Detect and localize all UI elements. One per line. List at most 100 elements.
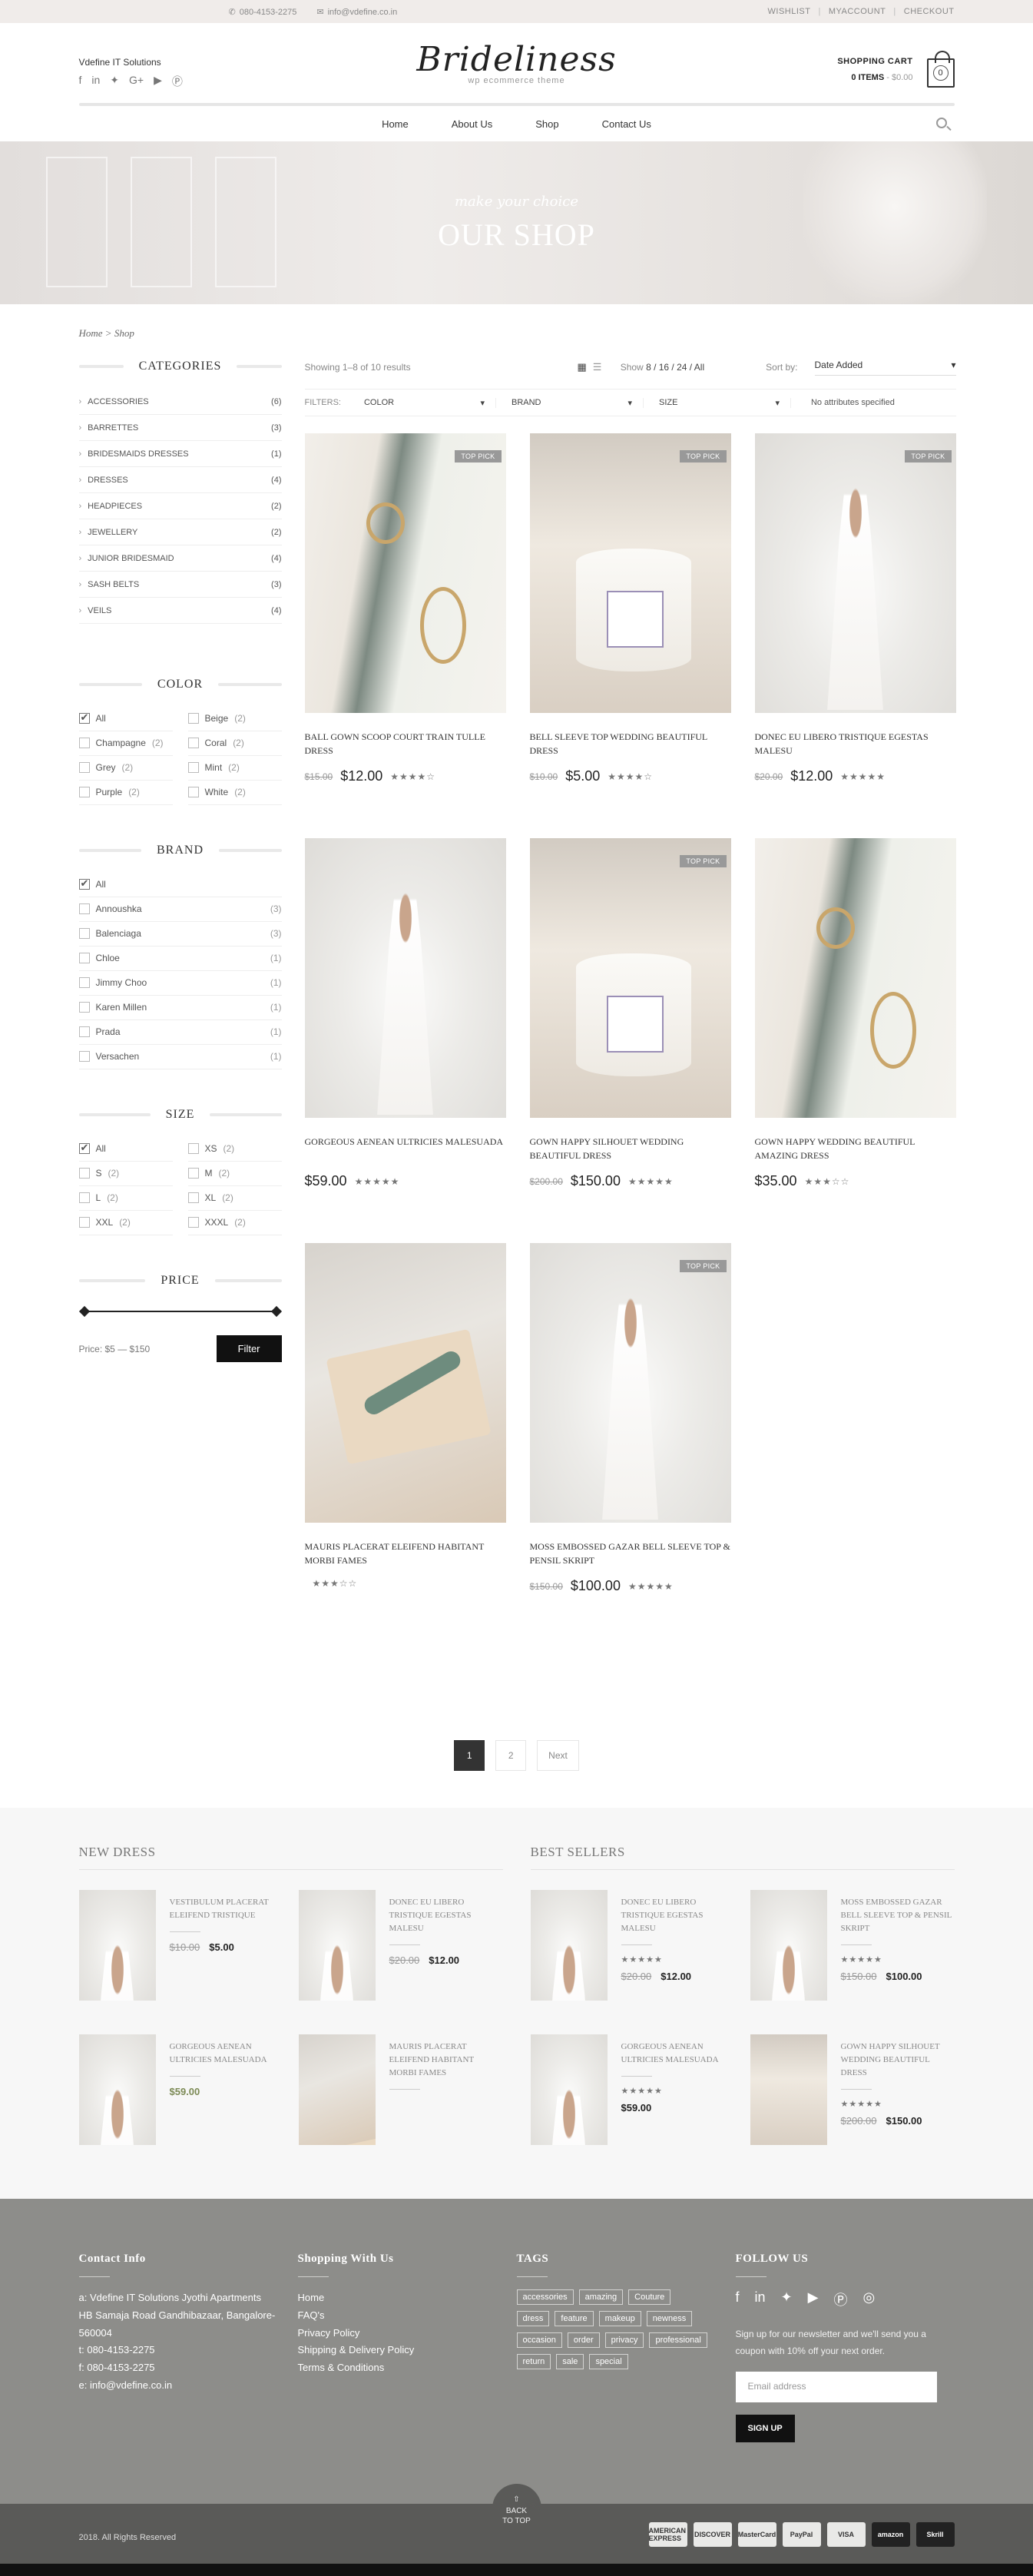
product-image[interactable] xyxy=(754,838,956,1118)
checkbox[interactable] xyxy=(187,1168,199,1179)
category-item[interactable]: HEADPIECES (2) xyxy=(78,493,282,519)
product-card[interactable]: GORGEOUS AENEAN ULTRICIES MALESUADA $59.0… xyxy=(304,838,506,1243)
tag-link[interactable]: Couture xyxy=(628,2289,671,2305)
product-name[interactable]: GORGEOUS AENEAN ULTRICIES MALESUADA xyxy=(305,1135,506,1164)
tag-link[interactable]: accessories xyxy=(516,2289,574,2305)
checkbox[interactable] xyxy=(78,1192,90,1203)
size-option[interactable]: XL (2) xyxy=(187,1186,282,1211)
tag-link[interactable]: occasion xyxy=(516,2332,562,2348)
brand-option[interactable]: All xyxy=(78,873,282,897)
checkout-link[interactable]: CHECKOUT xyxy=(904,7,955,16)
category-item[interactable]: SASH BELTS (3) xyxy=(78,572,282,598)
wishlist-link[interactable]: WISHLIST xyxy=(768,7,811,16)
product-card[interactable]: TOP PICK BELL SLEEVE TOP WEDDING BEAUTIFU… xyxy=(529,433,731,838)
mini-product[interactable]: MOSS EMBOSSED GAZAR BELL SLEEVE TOP & PE… xyxy=(750,1890,955,2001)
mini-product[interactable]: DONEC EU LIBERO TRISTIQUE EGESTAS MALESU… xyxy=(298,1890,503,2001)
checkbox[interactable] xyxy=(78,711,90,724)
mini-product[interactable]: DONEC EU LIBERO TRISTIQUE EGESTAS MALESU… xyxy=(530,1890,735,2001)
tag-link[interactable]: makeup xyxy=(598,2311,641,2326)
color-option[interactable]: Beige (2) xyxy=(187,707,282,731)
mini-product-name[interactable]: VESTIBULUM PLACERAT ELEIFEND TRISTIQUE xyxy=(170,1896,283,1922)
mini-product[interactable]: GORGEOUS AENEAN ULTRICIES MALESUADA $59.0… xyxy=(78,2034,283,2145)
product-image[interactable]: TOP PICK xyxy=(529,838,731,1118)
product-image[interactable] xyxy=(304,1243,506,1523)
product-name[interactable]: BELL SLEEVE TOP WEDDING BEAUTIFUL DRESS xyxy=(530,730,731,759)
mini-product-image[interactable] xyxy=(750,2034,827,2145)
size-dropdown[interactable]: SIZE ▾ xyxy=(659,397,791,408)
tag-link[interactable]: newness xyxy=(646,2311,693,2326)
category-item[interactable]: BRIDESMAIDS DRESSES (1) xyxy=(78,441,282,467)
price-slider-min-handle[interactable] xyxy=(78,1305,90,1318)
color-option[interactable]: Grey (2) xyxy=(78,756,173,781)
email-input[interactable]: Email address xyxy=(735,2372,937,2403)
product-card[interactable]: TOP PICK BALL GOWN SCOOP COURT TRAIN TULL… xyxy=(304,433,506,838)
product-name[interactable]: MOSS EMBOSSED GAZAR BELL SLEEVE TOP & PE… xyxy=(530,1540,731,1569)
shopping-cart[interactable]: SHOPPING CART 0 ITEMS - $0.00 0 xyxy=(837,51,955,88)
checkbox[interactable] xyxy=(78,1217,90,1228)
checkbox[interactable] xyxy=(78,903,90,914)
brand-option[interactable]: Annoushka (3) xyxy=(78,897,282,922)
nav-contact-us[interactable]: Contact Us xyxy=(602,118,651,130)
mini-product-name[interactable]: GORGEOUS AENEAN ULTRICIES MALESUADA xyxy=(621,2041,735,2067)
size-option[interactable]: M (2) xyxy=(187,1162,282,1186)
product-name[interactable]: GOWN HAPPY SILHOUET WEDDING BEAUTIFUL DR… xyxy=(530,1135,731,1164)
mini-product-name[interactable]: GOWN HAPPY SILHOUET WEDDING BEAUTIFUL DR… xyxy=(841,2041,955,2080)
mini-product-name[interactable]: MOSS EMBOSSED GAZAR BELL SLEEVE TOP & PE… xyxy=(841,1896,955,1935)
tag-link[interactable]: feature xyxy=(555,2311,594,2326)
checkbox[interactable] xyxy=(78,953,90,963)
size-option[interactable]: XXXL (2) xyxy=(187,1211,282,1235)
facebook-icon[interactable]: f xyxy=(79,74,82,89)
checkbox[interactable] xyxy=(187,713,199,724)
brand-option[interactable]: Versachen (1) xyxy=(78,1045,282,1069)
tag-link[interactable]: privacy xyxy=(604,2332,644,2348)
myaccount-link[interactable]: MYACCOUNT xyxy=(829,7,886,16)
checkbox[interactable] xyxy=(78,1142,90,1154)
product-card[interactable]: GOWN HAPPY WEDDING BEAUTIFUL AMAZING DRE… xyxy=(754,838,956,1243)
signup-button[interactable]: SIGN UP xyxy=(735,2415,795,2443)
facebook-icon[interactable]: f xyxy=(736,2289,740,2309)
tag-link[interactable]: return xyxy=(516,2354,551,2369)
checkbox[interactable] xyxy=(78,738,90,748)
google-plus-icon[interactable]: G+ xyxy=(129,74,144,89)
category-item[interactable]: ACCESSORIES (6) xyxy=(78,389,282,415)
mini-product-name[interactable]: MAURIS PLACERAT ELEIFEND HABITANT MORBI … xyxy=(389,2041,503,2080)
color-option[interactable]: Mint (2) xyxy=(187,756,282,781)
brand-option[interactable]: Chloe (1) xyxy=(78,947,282,971)
mini-product-name[interactable]: DONEC EU LIBERO TRISTIQUE EGESTAS MALESU xyxy=(389,1896,503,1935)
next-page[interactable]: Next xyxy=(537,1740,579,1771)
pinterest-icon[interactable]: Ⓟ xyxy=(833,2289,847,2309)
mini-product-image[interactable] xyxy=(530,1890,608,2001)
brand-dropdown[interactable]: BRAND ▾ xyxy=(512,397,644,408)
product-card[interactable]: TOP PICK GOWN HAPPY SILHOUET WEDDING BEAU… xyxy=(529,838,731,1243)
tag-link[interactable]: sale xyxy=(556,2354,584,2369)
product-name[interactable]: DONEC EU LIBERO TRISTIQUE EGESTAS MALESU xyxy=(755,730,956,759)
list-view-icon[interactable]: ☰ xyxy=(593,361,602,373)
product-card[interactable]: TOP PICK MOSS EMBOSSED GAZAR BELL SLEEVE … xyxy=(529,1243,731,1648)
category-item[interactable]: JEWELLERY (2) xyxy=(78,519,282,545)
tag-link[interactable]: amazing xyxy=(578,2289,624,2305)
mini-product-image[interactable] xyxy=(530,2034,608,2145)
mini-product-name[interactable]: DONEC EU LIBERO TRISTIQUE EGESTAS MALESU xyxy=(621,1896,735,1935)
category-item[interactable]: DRESSES (4) xyxy=(78,467,282,493)
color-option[interactable]: Champagne (2) xyxy=(78,731,173,756)
checkbox[interactable] xyxy=(78,1051,90,1062)
twitter-icon[interactable]: ✦ xyxy=(781,2289,793,2309)
sort-select[interactable]: Date Added ▾ xyxy=(814,360,956,376)
nav-shop[interactable]: Shop xyxy=(535,118,558,130)
product-image[interactable] xyxy=(304,838,506,1118)
linkedin-icon[interactable]: in xyxy=(91,74,100,89)
color-option[interactable]: White (2) xyxy=(187,781,282,805)
color-option[interactable]: Purple (2) xyxy=(78,781,173,805)
checkbox[interactable] xyxy=(187,738,199,748)
youtube-icon[interactable]: ▶ xyxy=(154,74,162,89)
per-page-selector[interactable]: Show 8 / 16 / 24 / All xyxy=(621,362,704,373)
checkbox[interactable] xyxy=(78,762,90,773)
price-slider-max-handle[interactable] xyxy=(270,1305,282,1318)
category-item[interactable]: BARRETTES (3) xyxy=(78,415,282,441)
footer-link[interactable]: Terms & Conditions xyxy=(298,2362,385,2373)
page-2[interactable]: 2 xyxy=(495,1740,527,1771)
checkbox[interactable] xyxy=(78,877,90,890)
checkbox[interactable] xyxy=(78,977,90,988)
email-info[interactable]: ✉ info@vdefine.co.in xyxy=(316,7,397,18)
checkbox[interactable] xyxy=(187,762,199,773)
